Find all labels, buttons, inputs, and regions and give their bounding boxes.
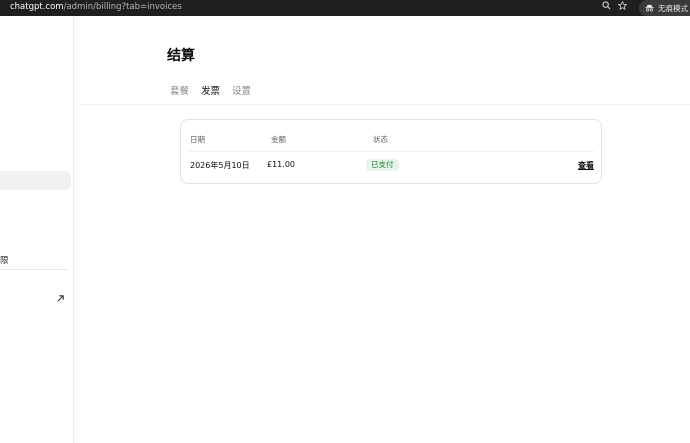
admin-sidebar: 限 <box>0 16 74 443</box>
column-header-date: 日期 <box>190 135 205 144</box>
tabs-divider <box>80 104 690 105</box>
table-divider <box>189 151 594 152</box>
url-path: /admin/billing?tab=invoices <box>63 2 182 12</box>
tab-invoices[interactable]: 发票 <box>199 85 223 105</box>
sidebar-divider <box>0 269 68 270</box>
external-link-arrow-icon[interactable] <box>56 294 65 303</box>
column-header-amount: 金额 <box>271 135 286 144</box>
bookmark-star-icon[interactable] <box>615 0 629 15</box>
tab-plan[interactable]: 套餐 <box>170 85 189 105</box>
sidebar-item-active[interactable] <box>0 171 71 190</box>
browser-toolbar: chatgpt.com/admin/billing?tab=invoices 无… <box>0 0 690 16</box>
url-host: chatgpt.com <box>10 2 64 12</box>
invoices-table: 日期 金额 状态 2026年5月10日 £11.00 已支付 查看 <box>180 119 602 184</box>
zoom-icon[interactable] <box>599 1 613 15</box>
sidebar-item-label[interactable]: 限 <box>0 254 9 266</box>
incognito-icon <box>645 4 654 12</box>
page-title: 结算 <box>167 48 195 64</box>
invoice-date: 2026年5月10日 <box>190 161 250 170</box>
tab-settings[interactable]: 设置 <box>232 85 251 105</box>
address-bar[interactable]: chatgpt.com/admin/billing?tab=invoices <box>10 2 182 12</box>
billing-tabs: 套餐 发票 设置 <box>170 85 263 105</box>
column-header-status: 状态 <box>373 135 388 144</box>
view-invoice-link[interactable]: 查看 <box>578 160 594 171</box>
invoice-amount: £11.00 <box>267 160 295 169</box>
incognito-indicator[interactable]: 无痕模式 <box>639 0 690 16</box>
incognito-label: 无痕模式 <box>658 3 688 13</box>
status-badge: 已支付 <box>366 159 399 171</box>
